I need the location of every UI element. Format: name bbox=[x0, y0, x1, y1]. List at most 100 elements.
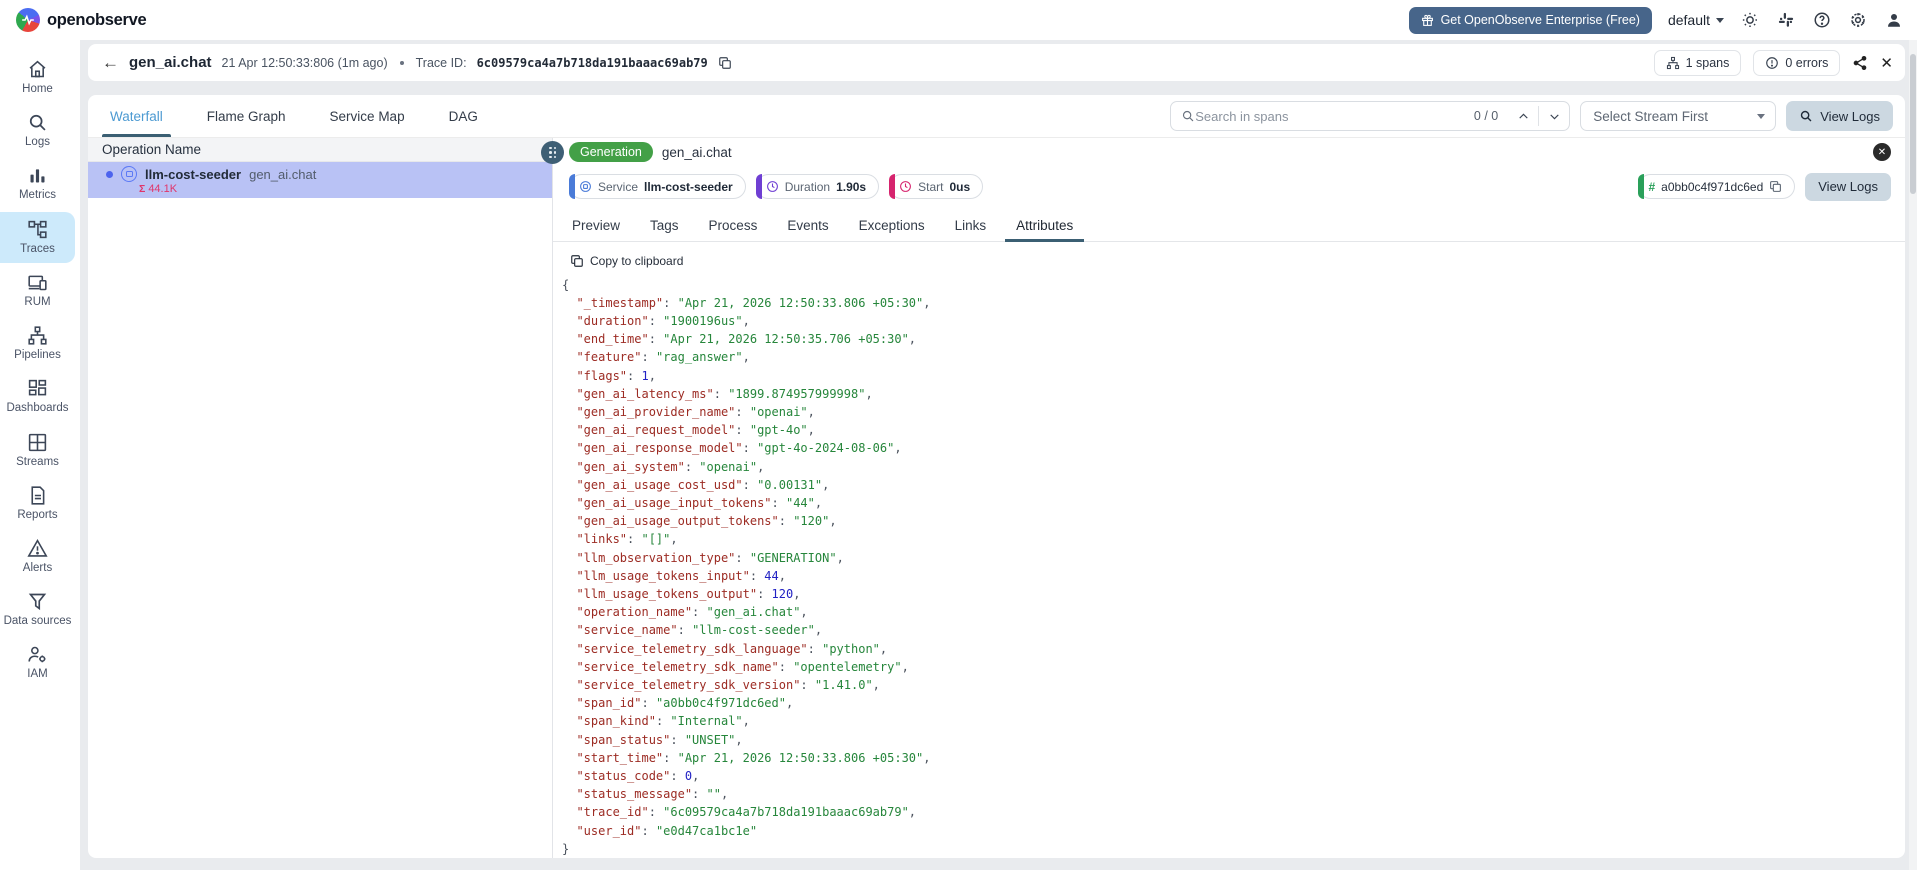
copy-icon bbox=[571, 254, 583, 267]
traces-icon bbox=[28, 220, 47, 238]
settings-gear-icon[interactable] bbox=[1848, 11, 1867, 30]
search-next-button[interactable] bbox=[1539, 102, 1569, 130]
span-service-name: llm-cost-seeder bbox=[145, 166, 242, 182]
sidebar-item-dashboards[interactable]: Dashboards bbox=[0, 371, 75, 422]
span-search-box: 0 / 0 bbox=[1170, 101, 1571, 131]
chevron-down-icon bbox=[1757, 113, 1766, 119]
tab-process[interactable]: Process bbox=[694, 209, 773, 241]
attributes-json: { "_timestamp": "Apr 21, 2026 12:50:33.8… bbox=[562, 277, 931, 856]
org-selector[interactable]: default bbox=[1668, 12, 1724, 28]
selected-span-dot bbox=[106, 170, 113, 178]
sidebar-item-label: Alerts bbox=[22, 561, 53, 574]
span-row[interactable]: llm-cost-seeder gen_ai.chat Σ 44.1K bbox=[88, 162, 552, 198]
sidebar-item-alerts[interactable]: Alerts bbox=[0, 531, 75, 582]
sidebar-item-metrics[interactable]: Metrics bbox=[0, 158, 75, 209]
service-icon bbox=[121, 166, 137, 182]
duration-label: Duration bbox=[784, 179, 831, 194]
span-detail-operation: gen_ai.chat bbox=[661, 144, 732, 160]
search-prev-button[interactable] bbox=[1508, 102, 1538, 130]
alert-triangle-icon bbox=[27, 539, 48, 557]
tab-attributes[interactable]: Attributes bbox=[1001, 209, 1088, 242]
enterprise-button-label: Get OpenObserve Enterprise (Free) bbox=[1440, 13, 1640, 27]
start-value: 0us bbox=[949, 179, 971, 194]
spans-count-label: 1 spans bbox=[1685, 55, 1730, 70]
tab-exceptions[interactable]: Exceptions bbox=[844, 209, 940, 241]
sidebar-item-label: Metrics bbox=[18, 189, 57, 202]
search-icon bbox=[29, 115, 46, 131]
span-detail-panel: Generation gen_ai.chat ✕ Service llm-cos… bbox=[541, 138, 1905, 858]
trace-content: Waterfall Flame Graph Service Map DAG 0 … bbox=[88, 95, 1905, 858]
brand-logo: openobserve bbox=[16, 8, 147, 32]
errors-count-badge: 0 errors bbox=[1753, 49, 1841, 76]
tab-preview[interactable]: Preview bbox=[557, 209, 635, 241]
tab-events[interactable]: Events bbox=[772, 209, 843, 241]
tab-service-map[interactable]: Service Map bbox=[308, 95, 427, 137]
copy-to-clipboard-button[interactable]: Copy to clipboard bbox=[553, 242, 683, 272]
sigma-icon: Σ bbox=[139, 183, 146, 195]
sidebar-item-rum[interactable]: RUM bbox=[0, 265, 75, 316]
sidebar-item-label: Logs bbox=[25, 136, 50, 149]
sidebar-item-logs[interactable]: Logs bbox=[0, 105, 75, 156]
errors-count-label: 0 errors bbox=[1785, 55, 1829, 70]
copy-trace-id-icon[interactable] bbox=[718, 56, 732, 70]
span-id-value: a0bb0c4f971dc6ed bbox=[1661, 179, 1764, 194]
user-account-icon[interactable] bbox=[1884, 11, 1903, 30]
panel-drag-handle[interactable] bbox=[541, 141, 564, 164]
devices-icon bbox=[28, 275, 47, 291]
window-scrollbar bbox=[1909, 40, 1917, 870]
span-search-input[interactable] bbox=[1195, 108, 1464, 124]
slack-icon[interactable] bbox=[1776, 11, 1795, 30]
theme-toggle-icon[interactable] bbox=[1740, 11, 1759, 30]
sidebar-item-label: Home bbox=[22, 83, 53, 95]
tab-tags[interactable]: Tags bbox=[635, 209, 694, 241]
span-view-logs-button[interactable]: View Logs bbox=[1805, 172, 1891, 201]
iam-user-gear-icon bbox=[28, 647, 46, 663]
enterprise-button[interactable]: Get OpenObserve Enterprise (Free) bbox=[1408, 6, 1652, 34]
stream-select-dropdown[interactable]: Select Stream First bbox=[1580, 101, 1777, 131]
view-tabs: Waterfall Flame Graph Service Map DAG bbox=[88, 95, 500, 137]
sidebar-item-home[interactable]: Home bbox=[0, 52, 75, 103]
sidebar-item-label: Streams bbox=[16, 455, 59, 468]
back-button[interactable]: ← bbox=[102, 54, 119, 71]
sidebar-item-iam[interactable]: IAM bbox=[0, 637, 75, 688]
search-icon bbox=[1183, 110, 1194, 122]
dot-separator bbox=[399, 60, 404, 65]
sidebar-item-streams[interactable]: Streams bbox=[0, 425, 75, 476]
trace-id-label: Trace ID: bbox=[415, 55, 467, 70]
tab-flame-graph[interactable]: Flame Graph bbox=[185, 95, 308, 137]
sidebar-item-data-sources[interactable]: Data sources bbox=[0, 584, 75, 635]
document-icon bbox=[31, 486, 45, 505]
span-events-count: Σ 44.1K bbox=[106, 183, 544, 195]
tab-dag[interactable]: DAG bbox=[427, 95, 500, 137]
bar-chart-icon bbox=[30, 169, 45, 183]
close-span-detail-icon[interactable]: ✕ bbox=[1873, 143, 1891, 162]
spans-icon bbox=[1666, 56, 1679, 69]
duration-value: 1.90s bbox=[836, 179, 867, 194]
dashboards-icon bbox=[28, 380, 47, 396]
funnel-icon bbox=[28, 593, 47, 611]
help-icon[interactable] bbox=[1812, 11, 1831, 30]
copy-to-clipboard-label: Copy to clipboard bbox=[590, 253, 684, 268]
span-operation-name: gen_ai.chat bbox=[249, 166, 317, 182]
toolbar-view-logs-button[interactable]: View Logs bbox=[1786, 101, 1893, 131]
brand-name: openobserve bbox=[47, 10, 147, 29]
close-trace-icon[interactable]: ✕ bbox=[1880, 54, 1893, 72]
tab-waterfall[interactable]: Waterfall bbox=[88, 95, 185, 137]
copy-span-id-icon[interactable] bbox=[1769, 180, 1782, 193]
service-label: Service bbox=[598, 179, 639, 194]
scrollbar-thumb[interactable] bbox=[1910, 54, 1916, 194]
view-logs-label: View Logs bbox=[1820, 108, 1880, 124]
search-icon bbox=[1801, 110, 1812, 122]
events-count-value: 44.1K bbox=[148, 183, 178, 195]
pipelines-icon bbox=[28, 326, 47, 345]
sidebar-item-label: Traces bbox=[20, 242, 55, 255]
sidebar-item-label: Data sources bbox=[3, 615, 72, 628]
tab-links[interactable]: Links bbox=[940, 209, 1002, 241]
sidebar-item-pipelines[interactable]: Pipelines bbox=[0, 318, 75, 369]
sidebar-item-traces[interactable]: Traces bbox=[0, 211, 75, 263]
sidebar-item-reports[interactable]: Reports bbox=[0, 478, 75, 529]
clock-icon bbox=[900, 181, 912, 192]
share-icon[interactable] bbox=[1852, 55, 1868, 71]
top-bar: openobserve Get OpenObserve Enterprise (… bbox=[0, 0, 1917, 40]
trace-id-value: 6c09579ca4a7b718da191baaac69ab79 bbox=[476, 55, 708, 70]
